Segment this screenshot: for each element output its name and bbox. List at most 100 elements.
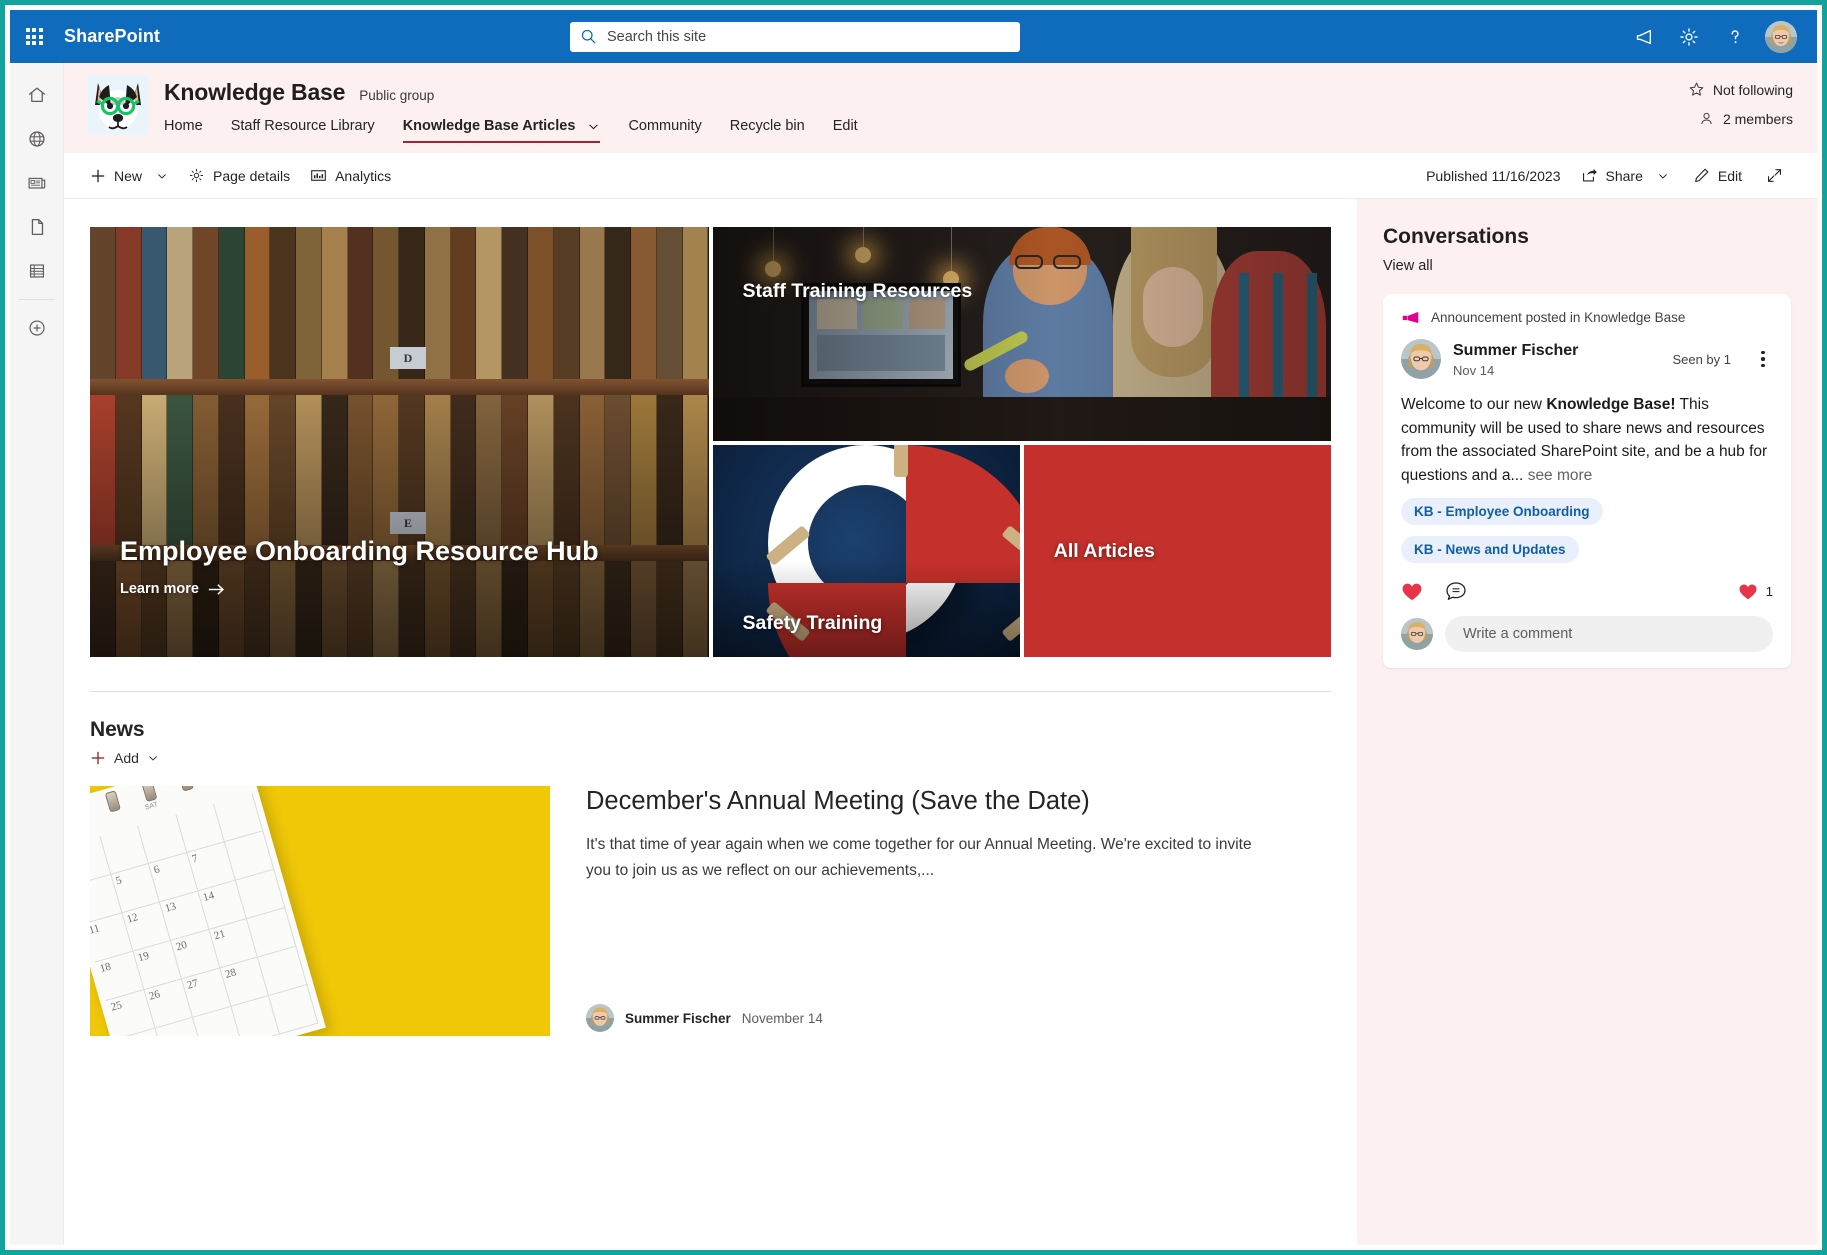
heart-icon — [1738, 583, 1758, 601]
suite-bar: SharePoint — [10, 10, 1817, 63]
megaphone-icon[interactable] — [1621, 15, 1665, 59]
avatar — [586, 1004, 614, 1032]
announcement-label: Announcement posted in Knowledge Base — [1431, 310, 1685, 325]
analytics-label: Analytics — [335, 168, 391, 184]
members-button[interactable]: 2 members — [1698, 110, 1793, 127]
edit-button[interactable]: Edit — [1683, 161, 1752, 190]
news-item-title[interactable]: December's Annual Meeting (Save the Date… — [586, 786, 1331, 818]
left-rail — [10, 63, 64, 1245]
hero-tile-staff-training-resources[interactable]: Staff Training Resources — [713, 227, 1332, 441]
nav-item-label: Staff Resource Library — [231, 118, 375, 134]
news-item-date: November 14 — [742, 1011, 823, 1026]
hero-tile-title: Staff Training Resources — [743, 279, 1308, 303]
pencil-icon — [1693, 167, 1710, 184]
chevron-down-icon — [1657, 170, 1669, 182]
hero-tile-safety-training[interactable]: Safety Training — [713, 445, 1020, 657]
create-icon — [26, 317, 48, 339]
hero-tile-title: Safety Training — [743, 611, 996, 635]
arrow-right-icon — [208, 582, 225, 597]
plus-icon — [90, 168, 106, 184]
hero-tile-all-articles[interactable]: All Articles — [1024, 445, 1331, 657]
conversation-card: Announcement posted in Knowledge Base — [1383, 294, 1791, 668]
chevron-down-icon[interactable] — [587, 120, 600, 133]
share-icon — [1581, 167, 1598, 184]
search-input[interactable] — [607, 29, 1010, 45]
calendar-photo: FRISATSUN 4567 11121314 18192021 2526272… — [90, 786, 326, 1036]
sidebar-item-news[interactable] — [15, 161, 59, 205]
nav-item-knowledge-base-articles[interactable]: Knowledge Base Articles — [403, 118, 601, 143]
news-item[interactable]: FRISATSUN 4567 11121314 18192021 2526272… — [90, 786, 1331, 1036]
conversation-author-row: Summer Fischer Nov 14 Seen by 1 — [1401, 339, 1773, 379]
sidebar-item-create[interactable] — [15, 306, 59, 350]
avatar[interactable] — [1401, 339, 1441, 379]
hero-tile-learn-more-link[interactable]: Learn more — [120, 581, 685, 597]
news-add-label: Add — [114, 750, 139, 766]
sidebar-item-lists[interactable] — [15, 249, 59, 293]
dog-with-glasses-logo[interactable] — [88, 75, 148, 135]
gear-icon — [188, 167, 205, 184]
see-more-link[interactable]: see more — [1528, 467, 1593, 484]
help-icon[interactable] — [1713, 15, 1757, 59]
new-label: New — [114, 168, 142, 184]
comment-input[interactable] — [1463, 626, 1755, 642]
document-icon — [26, 216, 48, 238]
learn-more-label: Learn more — [120, 581, 199, 597]
nav-item-staff-resource-library[interactable]: Staff Resource Library — [231, 118, 375, 143]
nav-item-label: Edit — [833, 118, 858, 134]
edit-label: Edit — [1718, 168, 1742, 184]
search-icon — [580, 28, 597, 45]
office-photo — [713, 227, 1332, 441]
avatar — [1401, 618, 1433, 650]
more-options-icon[interactable] — [1753, 351, 1773, 368]
comment-input-wrapper[interactable] — [1445, 616, 1773, 652]
app-launcher-icon[interactable] — [10, 28, 58, 45]
hero-tile-employee-onboarding[interactable]: D E Employee Onboarding Resource Hub Lea… — [90, 227, 709, 657]
chevron-down-icon — [156, 170, 168, 182]
sidebar-item-mysites[interactable] — [15, 117, 59, 161]
conversation-body: Welcome to our new Knowledge Base! This … — [1401, 393, 1773, 487]
news-thumbnail: FRISATSUN 4567 11121314 18192021 2526272… — [90, 786, 550, 1036]
sidebar-item-home[interactable] — [15, 73, 59, 117]
topic-chip-news-and-updates[interactable]: KB - News and Updates — [1401, 536, 1579, 563]
follow-button[interactable]: Not following — [1688, 81, 1793, 98]
full-screen-button[interactable] — [1756, 161, 1793, 190]
conversations-view-all-link[interactable]: View all — [1383, 258, 1791, 274]
news-heading: News — [90, 718, 1331, 742]
list-icon — [26, 260, 48, 282]
conversation-author[interactable]: Summer Fischer — [1453, 341, 1578, 361]
nav-item-community[interactable]: Community — [628, 118, 701, 143]
analytics-button[interactable]: Analytics — [300, 161, 401, 190]
news-icon — [26, 172, 48, 194]
plus-icon — [90, 750, 106, 766]
nav-item-home[interactable]: Home — [164, 118, 203, 143]
page-details-button[interactable]: Page details — [178, 161, 300, 190]
site-privacy-label: Public group — [359, 88, 434, 103]
globe-icon — [26, 128, 48, 150]
conversations-panel: Conversations View all Announcement post… — [1357, 199, 1817, 1245]
news-web-part: News Add — [90, 692, 1331, 1036]
sidebar-item-files[interactable] — [15, 205, 59, 249]
nav-item-label: Recycle bin — [730, 118, 805, 134]
new-button[interactable]: New — [80, 162, 178, 190]
reaction-count-group: 1 — [1738, 583, 1773, 601]
like-heart-icon[interactable] — [1401, 582, 1423, 602]
analytics-icon — [310, 167, 327, 184]
sharepoint-brand[interactable]: SharePoint — [64, 26, 160, 47]
avatar[interactable] — [1759, 15, 1803, 59]
nav-item-recycle-bin[interactable]: Recycle bin — [730, 118, 805, 143]
page-details-label: Page details — [213, 168, 290, 184]
conversation-text-bold: Knowledge Base! — [1546, 396, 1675, 413]
site-nav: Home Staff Resource Library Knowledge Ba… — [164, 118, 1688, 143]
news-item-author: Summer Fischer — [625, 1011, 731, 1026]
nav-item-edit[interactable]: Edit — [833, 118, 858, 143]
news-add-button[interactable]: Add — [90, 750, 1331, 766]
comment-icon[interactable] — [1445, 581, 1467, 602]
search-box[interactable] — [570, 22, 1020, 52]
nav-item-label: Home — [164, 118, 203, 134]
conversation-date: Nov 14 — [1453, 363, 1578, 378]
topic-chip-employee-onboarding[interactable]: KB - Employee Onboarding — [1401, 498, 1603, 525]
gear-icon[interactable] — [1667, 15, 1711, 59]
published-status: Published 11/16/2023 — [1420, 162, 1566, 190]
share-button[interactable]: Share — [1571, 161, 1679, 190]
chevron-down-icon — [147, 752, 159, 764]
